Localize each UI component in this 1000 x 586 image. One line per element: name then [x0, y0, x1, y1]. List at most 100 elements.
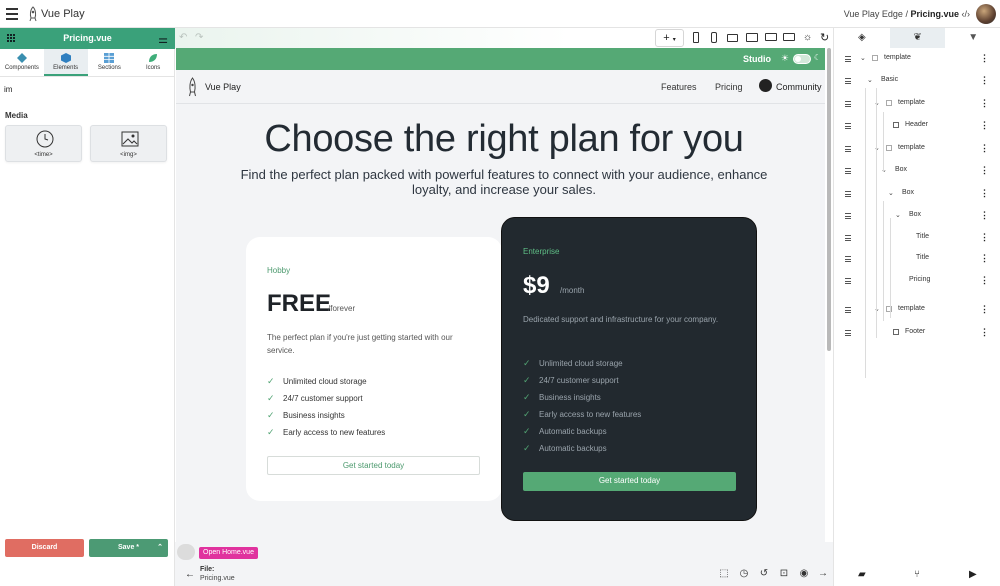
tab-sections[interactable]: Sections — [88, 49, 132, 76]
open-home-button[interactable]: Open Home.vue — [199, 547, 258, 559]
rocket-logo-icon — [189, 77, 196, 97]
canvas-scrollbar[interactable] — [827, 48, 831, 351]
reload-icon[interactable]: ↻ — [820, 31, 829, 44]
code-icon[interactable]: ‹/› — [962, 9, 971, 19]
more-icon[interactable]: ⋮ — [980, 143, 989, 154]
check-icon: ✓ — [267, 376, 275, 386]
code-block-icon[interactable]: ⊡ — [779, 569, 789, 579]
vue-tab[interactable]: ▼ — [945, 28, 1000, 48]
folder-icon[interactable]: ▰ — [858, 569, 866, 580]
search-input[interactable]: im — [4, 85, 12, 94]
more-icon[interactable]: ⋮ — [980, 327, 989, 338]
drag-handle-icon[interactable] — [845, 78, 851, 86]
get-started-button[interactable]: Get started today — [523, 472, 736, 491]
tune-icon[interactable]: ⚌ — [158, 33, 168, 46]
tree-row[interactable]: Title ⋮ — [834, 229, 1000, 249]
arrow-right-icon[interactable]: → — [818, 569, 828, 579]
nav-link-pricing[interactable]: Pricing — [715, 82, 743, 92]
drag-handle-icon[interactable] — [845, 168, 851, 176]
nav-link-community[interactable]: Community — [776, 82, 822, 92]
drag-handle-icon[interactable] — [845, 278, 851, 286]
more-icon[interactable]: ⋮ — [980, 165, 989, 176]
restore-icon[interactable]: ↺ — [759, 569, 769, 579]
github-icon[interactable] — [759, 79, 772, 92]
redo-icon[interactable]: ↷ — [195, 32, 203, 43]
brightness-icon[interactable]: ☼ — [803, 32, 812, 43]
tree-row[interactable]: ⌄template⋮ — [834, 95, 1000, 115]
pinia-tab[interactable]: ❦ — [889, 28, 946, 48]
desktop-icon[interactable] — [783, 33, 795, 41]
get-started-button[interactable]: Get started today — [267, 456, 480, 475]
chevron-down-icon[interactable]: ⌄ — [860, 54, 866, 62]
feature-item: ✓ Automatic backups — [523, 443, 607, 453]
checkbox[interactable] — [886, 306, 892, 312]
chevron-up-icon[interactable]: ⌃ — [157, 539, 163, 557]
tree-row[interactable]: Title ⋮ — [834, 250, 1000, 270]
avatar[interactable] — [976, 4, 996, 24]
drag-handle-icon[interactable] — [845, 235, 851, 243]
more-icon[interactable]: ⋮ — [980, 253, 989, 264]
drag-handle-icon[interactable] — [845, 191, 851, 199]
element-card-time[interactable]: <time> — [5, 125, 82, 162]
menu-icon[interactable] — [6, 8, 18, 20]
checkbox[interactable] — [886, 100, 892, 106]
drag-handle-icon[interactable] — [845, 256, 851, 264]
more-icon[interactable]: ⋮ — [980, 75, 989, 86]
tree-row[interactable]: ⌄Box⋮ — [834, 207, 1000, 227]
undo-icon[interactable]: ↶ — [179, 32, 187, 43]
tab-elements[interactable]: Elements — [43, 49, 88, 76]
more-icon[interactable]: ⋮ — [980, 53, 989, 64]
more-icon[interactable]: ⋮ — [980, 188, 989, 199]
element-card-img[interactable]: <img> — [90, 125, 167, 162]
tab-components[interactable]: Components — [0, 49, 44, 76]
drag-handle-icon[interactable] — [845, 307, 851, 315]
nav-link-features[interactable]: Features — [661, 82, 697, 92]
checkbox[interactable] — [872, 55, 878, 61]
drag-handle-icon[interactable] — [845, 123, 851, 131]
more-icon[interactable]: ⋮ — [980, 232, 989, 243]
tree-row[interactable]: ⌄template⋮ — [834, 140, 1000, 160]
tree-row[interactable]: ⌄ Basic ⋮ — [834, 72, 1000, 92]
more-icon[interactable]: ⋮ — [980, 120, 989, 131]
drag-handle-icon[interactable] — [845, 146, 851, 154]
phone-small-icon[interactable] — [693, 32, 699, 43]
tree-row[interactable]: ⌄Box⋮ — [834, 162, 1000, 182]
add-button[interactable]: + ▾ — [655, 29, 684, 47]
more-icon[interactable]: ⋮ — [980, 304, 989, 315]
phone-icon[interactable] — [711, 32, 717, 43]
chevron-down-icon[interactable]: ⌄ — [867, 76, 873, 84]
more-icon[interactable]: ⋮ — [980, 275, 989, 286]
layers-tab[interactable]: ◈ — [834, 28, 890, 48]
save-button[interactable]: Save * ⌃ — [89, 539, 168, 557]
play-icon[interactable]: ▶ — [969, 569, 977, 580]
discard-button[interactable]: Discard — [5, 539, 84, 557]
checkbox[interactable] — [886, 145, 892, 151]
theme-toggle[interactable] — [793, 54, 811, 64]
tree-row[interactable]: Footer ⋮ — [834, 324, 1000, 344]
history-icon[interactable]: ◷ — [739, 569, 749, 579]
more-icon[interactable]: ⋮ — [980, 210, 989, 221]
tree-row[interactable]: ⌄template⋮ — [834, 301, 1000, 321]
tree-row[interactable]: ⌄Box⋮ — [834, 185, 1000, 205]
drag-handle-icon[interactable] — [845, 330, 851, 338]
breadcrumb-root[interactable]: Vue Play Edge — [844, 9, 903, 19]
laptop-icon[interactable] — [765, 33, 777, 41]
drag-handle-icon[interactable] — [845, 56, 851, 64]
terminal-toggle[interactable] — [177, 544, 195, 560]
arrow-left-icon[interactable]: ← — [185, 569, 195, 580]
tree-row[interactable]: Header ⋮ — [834, 117, 1000, 137]
drag-handle-icon[interactable] — [845, 101, 851, 109]
chevron-down-icon[interactable]: ⌄ — [888, 189, 894, 197]
tree-row[interactable]: Pricing ⋮ — [834, 272, 1000, 292]
drag-handle-icon[interactable] — [845, 213, 851, 221]
site-brand[interactable]: Vue Play — [205, 82, 241, 92]
chevron-down-icon[interactable]: ⌄ — [895, 211, 901, 219]
git-branch-icon[interactable]: ⑂ — [914, 569, 920, 580]
select-area-icon[interactable]: ⬚ — [719, 569, 729, 579]
tablet-landscape-icon[interactable] — [727, 34, 738, 42]
more-icon[interactable]: ⋮ — [980, 98, 989, 109]
tree-row[interactable]: ⌄template⋮ — [834, 50, 1000, 70]
tab-icons[interactable]: Icons — [131, 49, 175, 76]
tablet-icon[interactable] — [746, 33, 758, 42]
eye-icon[interactable]: ◉ — [799, 569, 809, 579]
